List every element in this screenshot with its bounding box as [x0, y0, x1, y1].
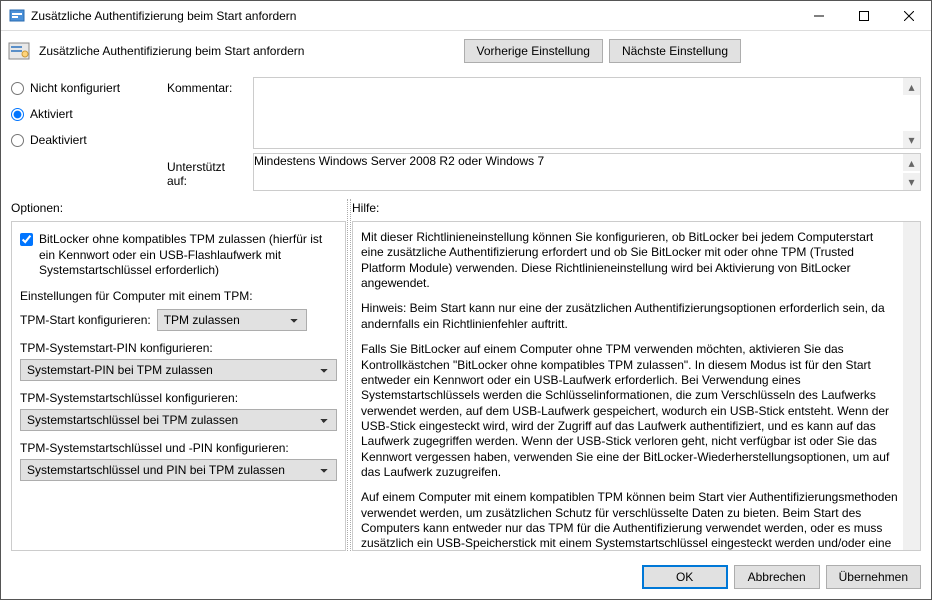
tpm-keypin-label: TPM-Systemstartschlüssel und -PIN konfig… [20, 441, 337, 455]
options-pane: Optionen: BitLocker ohne kompatibles TPM… [11, 199, 346, 551]
window-buttons [796, 1, 931, 30]
split-area: Optionen: BitLocker ohne kompatibles TPM… [1, 199, 931, 557]
help-scrollbar[interactable] [903, 222, 920, 550]
minimize-button[interactable] [796, 1, 841, 30]
titlebar: Zusätzliche Authentifizierung beim Start… [1, 1, 931, 31]
radio-not-configured-input[interactable] [11, 82, 24, 95]
tpm-keypin-combo[interactable]: Systemstartschlüssel und PIN bei TPM zul… [20, 459, 337, 481]
tpm-start-label: TPM-Start konfigurieren: [20, 313, 151, 327]
radio-disabled[interactable]: Deaktiviert [11, 133, 161, 147]
previous-setting-button[interactable]: Vorherige Einstellung [464, 39, 603, 63]
apply-button[interactable]: Übernehmen [826, 565, 921, 589]
scroll-up-icon[interactable]: ▴ [903, 78, 920, 95]
dialog-footer: OK Abbrechen Übernehmen [1, 557, 931, 599]
close-button[interactable] [886, 1, 931, 30]
options-body: BitLocker ohne kompatibles TPM zulassen … [11, 221, 346, 551]
policy-header: Zusätzliche Authentifizierung beim Start… [1, 31, 931, 71]
ok-button[interactable]: OK [642, 565, 728, 589]
supported-on-box: Mindestens Windows Server 2008 R2 oder W… [253, 153, 921, 191]
comment-label: Kommentar: [167, 77, 247, 149]
maximize-button[interactable] [841, 1, 886, 30]
tpm-key-label: TPM-Systemstartschlüssel konfigurieren: [20, 391, 337, 405]
help-p1: Mit dieser Richtlinieneinstellung können… [361, 230, 898, 291]
help-p2: Hinweis: Beim Start kann nur eine der zu… [361, 301, 898, 332]
allow-no-tpm-checkbox[interactable] [20, 233, 33, 246]
window-title: Zusätzliche Authentifizierung beim Start… [31, 9, 796, 23]
tpm-pin-combo[interactable]: Systemstart-PIN bei TPM zulassen [20, 359, 337, 381]
next-setting-button[interactable]: Nächste Einstellung [609, 39, 741, 63]
help-p3: Falls Sie BitLocker auf einem Computer o… [361, 342, 898, 480]
radio-not-configured[interactable]: Nicht konfiguriert [11, 81, 161, 95]
tpm-pin-label: TPM-Systemstart-PIN konfigurieren: [20, 341, 337, 355]
radio-disabled-label: Deaktiviert [30, 133, 87, 147]
scroll-down-icon[interactable]: ▾ [903, 131, 920, 148]
radio-enabled[interactable]: Aktiviert [11, 107, 161, 121]
scroll-down-icon[interactable]: ▾ [903, 173, 920, 190]
policy-icon [7, 39, 31, 63]
help-body: Mit dieser Richtlinieneinstellung können… [352, 221, 921, 551]
help-header: Hilfe: [352, 199, 921, 221]
scroll-up-icon[interactable]: ▴ [903, 154, 920, 171]
radio-disabled-input[interactable] [11, 134, 24, 147]
policy-title: Zusätzliche Authentifizierung beim Start… [39, 44, 456, 58]
tpm-group-title: Einstellungen für Computer mit einem TPM… [20, 289, 337, 303]
help-pane: Hilfe: Mit dieser Richtlinieneinstellung… [352, 199, 921, 551]
supported-on-text: Mindestens Windows Server 2008 R2 oder W… [254, 154, 920, 168]
comment-textarea[interactable]: ▴ ▾ [253, 77, 921, 149]
options-header: Optionen: [11, 199, 346, 221]
policy-editor-window: Zusätzliche Authentifizierung beim Start… [0, 0, 932, 600]
radio-enabled-label: Aktiviert [30, 107, 73, 121]
radio-not-configured-label: Nicht konfiguriert [30, 81, 120, 95]
allow-no-tpm-label: BitLocker ohne kompatibles TPM zulassen … [39, 232, 337, 279]
app-icon [9, 8, 25, 24]
supported-on-label: Unterstützt auf: [167, 156, 247, 188]
tpm-key-combo[interactable]: Systemstartschlüssel bei TPM zulassen [20, 409, 337, 431]
help-p4: Auf einem Computer mit einem kompatiblen… [361, 490, 898, 551]
cancel-button[interactable]: Abbrechen [734, 565, 820, 589]
config-top-grid: Nicht konfiguriert Aktiviert Deaktiviert… [1, 71, 931, 199]
allow-no-tpm-checkbox-row[interactable]: BitLocker ohne kompatibles TPM zulassen … [20, 232, 337, 279]
radio-enabled-input[interactable] [11, 108, 24, 121]
tpm-start-combo[interactable]: TPM zulassen [157, 309, 307, 331]
